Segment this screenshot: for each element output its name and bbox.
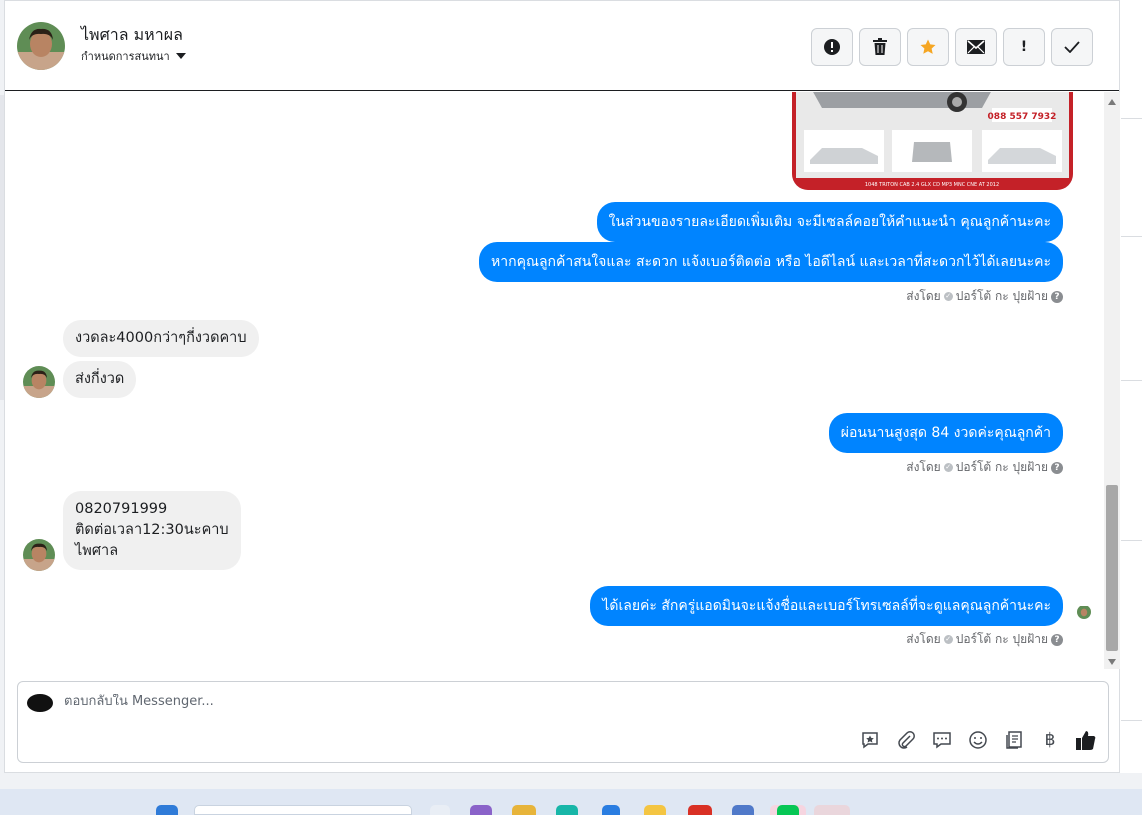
sent-by-info: ส่งโดย ✓ ปอร์โต้ กะ ปุยฝ้าย ? [906,458,1063,477]
reply-composer: ฿ [17,681,1109,763]
star-icon [920,39,936,54]
help-icon[interactable]: ? [1051,290,1063,303]
attachment-icon [898,731,915,749]
catalog-icon [1006,731,1022,749]
message-outgoing[interactable]: ผ่อนนานสูงสุด 84 งวดค่ะคุณลูกค้า [828,413,1063,453]
mail-icon [967,40,985,54]
edge-browser-icon[interactable] [556,805,578,815]
message-outgoing[interactable]: ในส่วนของรายละเอียดเพิ่มเติม จะมีเซลล์คอ… [596,202,1063,242]
listing-phone-text: 088 557 7932 [988,112,1057,122]
quick-reply-button[interactable] [930,728,954,752]
folder-icon[interactable] [512,805,536,815]
saved-reply-button[interactable] [858,728,882,752]
messenger-conversation-panel: ไพศาล มหาผล กำหนดการสนทนา ! 088 557 7932… [4,0,1120,773]
assign-label: กำหนดการสนทนา [81,50,170,63]
follow-up-button[interactable]: ! [1003,28,1045,66]
taskbar-search-box[interactable] [194,805,412,815]
sent-by-info: ส่งโดย ✓ ปอร์โต้ กะ ปุยฝ้าย ? [906,287,1063,306]
delete-button[interactable] [859,28,901,66]
divider [1121,540,1142,541]
help-icon[interactable]: ? [1051,633,1063,646]
help-icon[interactable]: ? [1051,461,1063,474]
divider [1121,380,1142,381]
attach-button[interactable] [894,728,918,752]
exclamation-icon: ! [1020,39,1028,55]
taskbar-app-icon[interactable] [602,805,620,815]
os-taskbar [0,789,1142,815]
message-thread: 088 557 7932 1048 TRITON CAB 2.4 GLX CD … [5,92,1104,669]
caret-down-icon [175,53,186,59]
line-app-icon[interactable] [777,805,799,815]
contact-name[interactable]: ไพศาล มหาผล [81,23,183,48]
mark-unread-button[interactable] [955,28,997,66]
saved-reply-icon [862,732,878,749]
scrollbar-thumb[interactable] [1106,485,1118,651]
verified-dot-icon: ✓ [943,463,953,472]
thumbs-up-icon [1076,731,1096,750]
assign-conversation-dropdown[interactable]: กำหนดการสนทนา [81,47,186,65]
contact-avatar[interactable] [17,22,65,70]
conversation-header: ไพศาล มหาผล กำหนดการสนทนา ! [5,1,1119,91]
message-incoming[interactable]: งวดละ4000กว่าๆกี่งวดคาบ [63,320,259,357]
header-actions: ! [811,28,1093,66]
baht-icon: ฿ [1044,730,1056,750]
taskbar-app-icon[interactable] [814,805,850,815]
message-outgoing[interactable]: ได้เลยค่ะ สักครู่แอดมินจะแจ้งชื่อและเบอร… [590,586,1063,626]
sent-by-prefix: ส่งโดย [906,632,941,646]
spam-button[interactable] [811,28,853,66]
scroll-up-arrow-icon[interactable] [1108,99,1116,105]
trash-icon [873,38,887,55]
message-outgoing[interactable]: หากคุณลูกค้าสนใจและ สะดวก แจ้งเบอร์ติดต่… [479,242,1063,282]
quick-reply-icon [933,732,951,749]
chrome-icon[interactable] [688,805,712,815]
payment-button[interactable]: ฿ [1038,728,1062,752]
catalog-button[interactable] [1002,728,1026,752]
divider [1121,236,1142,237]
like-button[interactable] [1074,728,1098,752]
taskbar-app-icon[interactable] [732,805,754,815]
sent-by-name[interactable]: ปอร์โต้ กะ ปุยฝ้าย [956,458,1048,477]
sent-by-prefix: ส่งโดย [906,289,941,303]
emoji-button[interactable] [966,728,990,752]
background-window-edge [1120,0,1142,773]
divider [1121,118,1142,119]
listing-caption-text: 1048 TRITON CAB 2.4 GLX CD MP3 MNC CNE A… [865,182,999,188]
emoji-icon [969,731,987,749]
contact-avatar-small[interactable] [23,366,55,398]
start-icon[interactable] [156,805,178,815]
spam-icon [824,39,840,55]
contact-avatar-small[interactable] [23,539,55,571]
checkmark-icon [1064,41,1080,53]
sent-by-name[interactable]: ปอร์โต้ กะ ปุยฝ้าย [956,287,1048,306]
mark-done-button[interactable] [1051,28,1093,66]
page-avatar [27,694,53,712]
divider [1121,720,1142,721]
seen-indicator-avatar [1077,605,1091,619]
scroll-down-arrow-icon[interactable] [1108,659,1116,665]
verified-dot-icon: ✓ [943,635,953,644]
car-listing-image[interactable]: 088 557 7932 1048 TRITON CAB 2.4 GLX CD … [792,92,1073,190]
message-incoming[interactable]: ส่งกี่งวด [63,361,137,398]
reply-input[interactable] [64,694,764,709]
composer-tools: ฿ [858,728,1098,752]
verified-dot-icon: ✓ [943,292,953,301]
sent-by-name[interactable]: ปอร์โต้ กะ ปุยฝ้าย [956,630,1048,649]
message-incoming[interactable]: 0820791999 ติดต่อเวลา12:30นะคาบ ไพศาล [63,491,241,570]
taskbar-app-icon[interactable] [470,805,492,815]
star-button[interactable] [907,28,949,66]
sent-by-info: ส่งโดย ✓ ปอร์โต้ กะ ปุยฝ้าย ? [906,630,1063,649]
taskbar-app-icon[interactable] [644,805,666,815]
thread-scrollbar[interactable] [1104,92,1120,669]
taskbar-app-icon[interactable] [430,805,450,815]
sent-by-prefix: ส่งโดย [906,460,941,474]
